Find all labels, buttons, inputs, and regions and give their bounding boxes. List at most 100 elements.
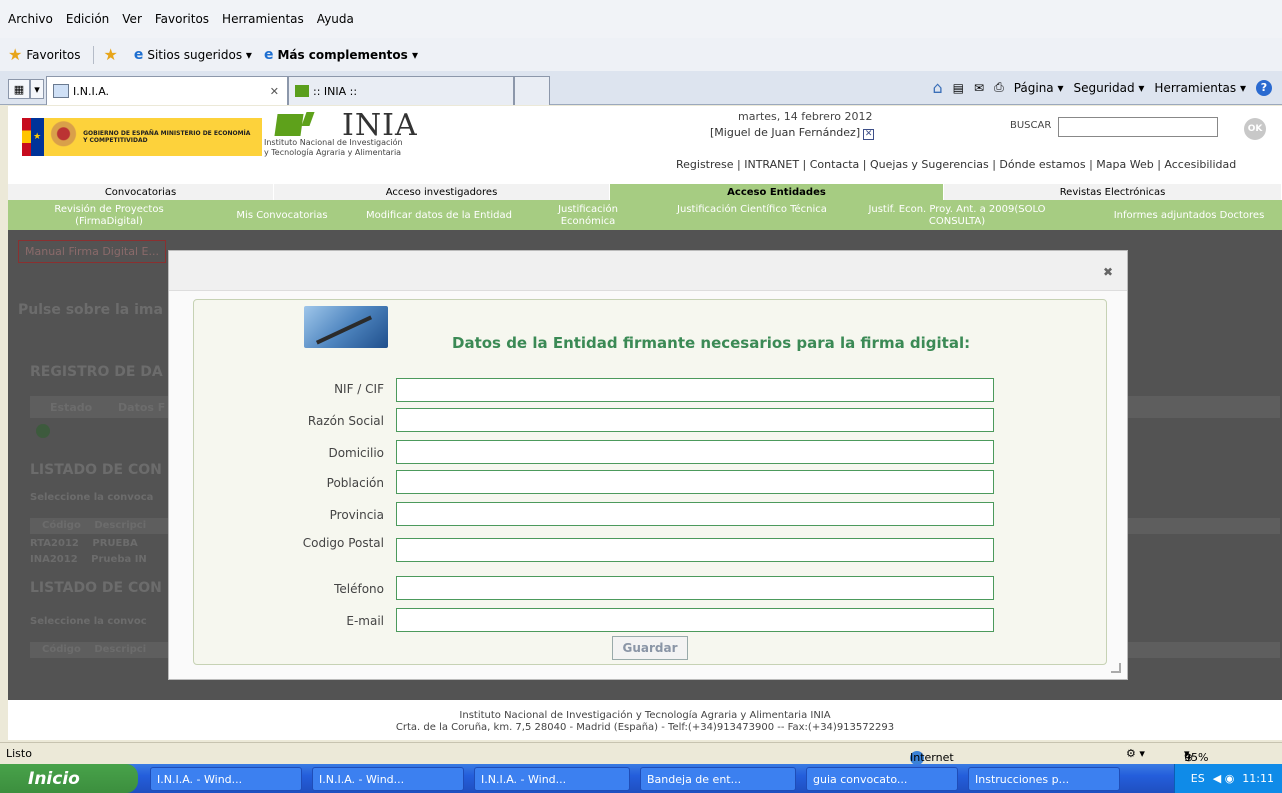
subnav-justificacion-tecnica[interactable]: Justificación Científico Técnica <box>672 204 832 216</box>
print-icon[interactable]: ⎙ <box>994 80 1004 95</box>
table-row: INA2012 Prueba IN <box>30 554 147 565</box>
row-code: RTA2012 <box>30 538 79 549</box>
inia-logo[interactable]: INIA Instituto Nacional de Investigación… <box>264 108 444 158</box>
taskbar-item[interactable]: I.N.I.A. - Wind... <box>312 767 464 791</box>
email-label: E-mail <box>346 614 384 628</box>
start-label: Inicio <box>28 768 80 789</box>
subnav-mis-convocatorias[interactable]: Mis Convocatorias <box>222 210 342 222</box>
seleccione-text-2: Seleccione la convoc <box>30 616 147 627</box>
razon-social-input[interactable] <box>396 408 994 432</box>
menu-archivo[interactable]: Archivo <box>8 12 53 26</box>
zoom-level[interactable]: ⊕ 95% ▾ <box>1184 747 1208 764</box>
language-indicator[interactable]: ES <box>1191 772 1205 785</box>
codigo-postal-label: Codigo Postal <box>302 536 384 550</box>
nav-convocatorias[interactable]: Convocatorias <box>8 184 274 200</box>
taskbar-item[interactable]: Bandeja de ent... <box>640 767 796 791</box>
menu-herramientas[interactable]: Herramientas <box>222 12 304 26</box>
provincia-label: Provincia <box>329 508 384 522</box>
nav-revistas[interactable]: Revistas Electrónicas <box>944 184 1282 200</box>
inia-subtitle-line-1: Instituto Nacional de Investigación <box>264 138 403 147</box>
resize-handle[interactable] <box>1111 663 1121 673</box>
taskbar-item[interactable]: guia convocato... <box>806 767 958 791</box>
nav-acceso-entidades[interactable]: Acceso Entidades <box>610 184 944 200</box>
task-label: I.N.I.A. - Wind... <box>157 772 243 786</box>
star-icon: ★ <box>8 45 23 64</box>
security-menu[interactable]: Seguridad ▾ <box>1074 81 1145 95</box>
subnav-informes[interactable]: Informes adjuntados Doctores <box>1096 210 1282 222</box>
suggested-sites-label: Sitios sugeridos ▾ <box>147 47 252 62</box>
search-input[interactable] <box>1058 117 1218 137</box>
command-bar: ⌂ ▤ ✉ ⎙ Página ▾ Seguridad ▾ Herramienta… <box>923 78 1272 97</box>
manual-firma-button: Manual Firma Digital E... <box>18 240 166 263</box>
tools-menu[interactable]: Herramientas ▾ <box>1154 81 1246 95</box>
col-descripcion: Descripci <box>94 644 147 655</box>
seleccione-text-1: Seleccione la convoca <box>30 492 154 503</box>
menu-favoritos[interactable]: Favoritos <box>155 12 209 26</box>
suggested-sites-button[interactable]: e Sitios sugeridos ▾ <box>134 47 252 63</box>
dialog-titlebar[interactable]: ✖ <box>169 251 1127 291</box>
poblacion-input[interactable] <box>396 470 994 494</box>
logout-icon[interactable]: ✕ <box>863 129 875 140</box>
page-menu[interactable]: Página ▾ <box>1014 81 1064 95</box>
divider <box>92 45 94 64</box>
protected-mode-icon[interactable]: ⚙ ▾ <box>1126 747 1145 760</box>
taskbar-item[interactable]: Instrucciones p... <box>968 767 1120 791</box>
email-input[interactable] <box>396 608 994 632</box>
razon-social-label: Razón Social <box>307 414 384 428</box>
add-favorite-button[interactable]: ★ <box>104 45 122 64</box>
taskbar-item[interactable]: I.N.I.A. - Wind... <box>150 767 302 791</box>
clock: 11:11 <box>1242 772 1274 785</box>
mail-icon[interactable]: ✉ <box>974 81 984 95</box>
codigo-postal-input[interactable] <box>396 538 994 562</box>
task-label: I.N.I.A. - Wind... <box>481 772 567 786</box>
domicilio-input[interactable] <box>396 440 994 464</box>
poblacion-label: Población <box>326 476 384 490</box>
entity-data-dialog: ✖ Datos de la Entidad firmante necesario… <box>168 250 1128 680</box>
menu-ver[interactable]: Ver <box>122 12 142 26</box>
tab-label: I.N.I.A. <box>73 84 110 98</box>
search-label: BUSCAR <box>1010 120 1052 131</box>
guardar-button[interactable]: Guardar <box>612 636 688 660</box>
telefono-label: Teléfono <box>334 582 384 596</box>
subnav-revision[interactable]: Revisión de Proyectos (FirmaDigital) <box>54 204 164 228</box>
close-icon[interactable]: ✖ <box>1103 265 1113 279</box>
task-label: Bandeja de ent... <box>647 772 742 786</box>
subnav-modificar-datos[interactable]: Modificar datos de la Entidad <box>344 210 534 222</box>
menu-ayuda[interactable]: Ayuda <box>317 12 354 26</box>
gobierno-logo[interactable]: ★ GOBIERNO DE ESPAÑA MINISTERIO DE ECONO… <box>22 118 262 156</box>
subnav-justif-econ[interactable]: Justif. Econ. Proy. Ant. a 2009(SOLO CON… <box>844 204 1070 228</box>
tray-icons[interactable]: ◀ ◉ <box>1213 772 1235 785</box>
nav-acceso-investigadores[interactable]: Acceso investigadores <box>274 184 610 200</box>
help-icon[interactable]: ? <box>1256 79 1272 96</box>
subnav-justificacion-economica[interactable]: Justificación Económica <box>548 204 628 228</box>
zoom-value: 95% <box>1184 751 1209 764</box>
eu-stars-icon: ★ <box>30 118 44 156</box>
search-ok-button[interactable]: OK <box>1244 118 1266 140</box>
favorites-button[interactable]: ★ Favoritos <box>8 45 81 64</box>
home-icon[interactable]: ⌂ <box>933 78 943 97</box>
tab-inia[interactable]: I.N.I.A. ✕ <box>46 76 288 105</box>
tab-list-button[interactable]: ▾ <box>30 79 44 99</box>
taskbar-item[interactable]: I.N.I.A. - Wind... <box>474 767 630 791</box>
crest-icon <box>49 121 78 153</box>
registro-heading: REGISTRO DE DA <box>30 364 163 380</box>
user-name: [Miguel de Juan Fernández] ✕ <box>710 126 875 140</box>
tab-inia-2[interactable]: :: INIA :: <box>288 76 514 105</box>
status-dot-icon <box>36 424 50 438</box>
top-links[interactable]: Registrese | INTRANET | Contacta | Queja… <box>676 158 1236 171</box>
new-tab-button[interactable] <box>514 76 550 105</box>
col-estado: Estado <box>50 401 93 414</box>
provincia-input[interactable] <box>396 502 994 526</box>
grid-icon: ▦ <box>13 82 25 96</box>
feeds-icon[interactable]: ▤ <box>953 81 964 95</box>
nif-input[interactable] <box>396 378 994 402</box>
start-button[interactable]: Inicio <box>0 764 138 793</box>
row-desc: PRUEBA <box>92 538 138 549</box>
inia-favicon <box>295 85 309 97</box>
table-row: RTA2012 PRUEBA <box>30 538 138 549</box>
quick-tabs-button[interactable]: ▦ <box>8 79 30 99</box>
close-tab-icon[interactable]: ✕ <box>270 85 279 98</box>
menu-edicion[interactable]: Edición <box>66 12 109 26</box>
addons-button[interactable]: e Más complementos ▾ <box>264 47 418 63</box>
telefono-input[interactable] <box>396 576 994 600</box>
